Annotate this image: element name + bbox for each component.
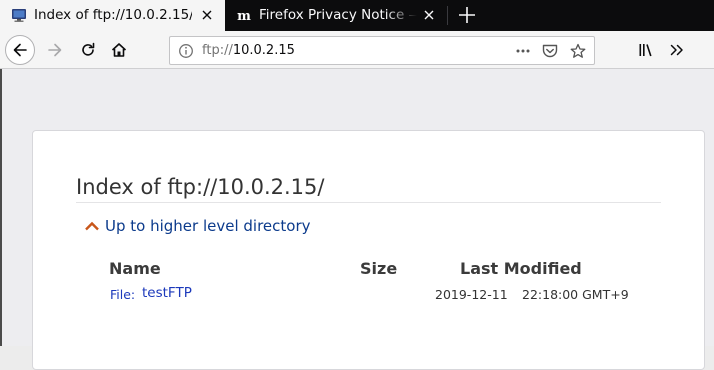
home-button[interactable] <box>104 35 134 65</box>
forward-button[interactable] <box>40 35 70 65</box>
back-button[interactable] <box>5 35 35 65</box>
overflow-menu-button[interactable] <box>662 35 692 65</box>
url-bar[interactable]: ftp://10.0.2.15 <box>169 36 595 65</box>
library-button[interactable] <box>631 35 661 65</box>
url-scheme: ftp:// <box>202 43 233 58</box>
reload-icon <box>82 42 95 56</box>
window-edge <box>0 69 2 346</box>
tab-firefox-privacy-notice[interactable]: m Firefox Privacy Notice — <box>225 0 447 31</box>
close-tab-icon[interactable] <box>421 7 437 23</box>
tab-title: Firefox Privacy Notice — <box>259 7 417 23</box>
back-arrow-icon <box>13 43 27 57</box>
heading-divider <box>76 202 661 203</box>
pocket-icon[interactable] <box>541 43 559 59</box>
file-date: 2019-12-11 <box>435 287 508 302</box>
page-title: Index of ftp://10.0.2.15/ <box>76 175 325 199</box>
tab-title: Index of ftp://10.0.2.15/ <box>34 7 192 23</box>
file-link[interactable]: testFTP <box>142 285 192 301</box>
directory-listing-card: Index of ftp://10.0.2.15/ Up to higher l… <box>32 130 705 370</box>
new-tab-icon[interactable] <box>452 0 482 31</box>
column-header-last-modified[interactable]: Last Modified <box>460 259 582 278</box>
up-directory-link-text[interactable]: Up to higher level directory <box>105 217 311 235</box>
close-tab-icon[interactable] <box>199 7 215 23</box>
column-header-name[interactable]: Name <box>109 259 161 278</box>
tab-ftp-index[interactable]: Index of ftp://10.0.2.15/ <box>0 0 225 31</box>
computer-monitor-icon <box>12 9 26 22</box>
forward-arrow-icon <box>48 43 62 57</box>
tab-separator <box>447 6 448 25</box>
mozilla-m-icon: m <box>236 7 252 23</box>
table-row: File: testFTP 2019-12-11 22:18:00 GMT+9 <box>33 285 706 303</box>
tab-strip: Index of ftp://10.0.2.15/ m Firefox Priv… <box>0 0 714 31</box>
url-text[interactable]: ftp://10.0.2.15 <box>202 43 295 58</box>
file-time: 22:18:00 GMT+9 <box>522 287 629 302</box>
url-host: 10.0.2.15 <box>232 43 295 58</box>
svg-text:m: m <box>237 9 251 23</box>
navigation-toolbar: ftp://10.0.2.15 <box>0 31 714 69</box>
page-actions-icon[interactable] <box>514 43 532 59</box>
page-content: Index of ftp://10.0.2.15/ Up to higher l… <box>0 69 714 370</box>
up-arrow-icon <box>85 221 99 231</box>
column-header-size[interactable]: Size <box>360 259 397 278</box>
up-directory-link[interactable]: Up to higher level directory <box>84 217 311 235</box>
info-icon[interactable] <box>178 43 194 59</box>
bookmark-star-icon[interactable] <box>569 43 587 59</box>
home-icon <box>111 43 127 57</box>
file-type-label: File: <box>110 287 136 302</box>
library-icon <box>639 44 652 57</box>
overflow-chevron-icon <box>670 44 683 56</box>
reload-button[interactable] <box>73 35 103 65</box>
